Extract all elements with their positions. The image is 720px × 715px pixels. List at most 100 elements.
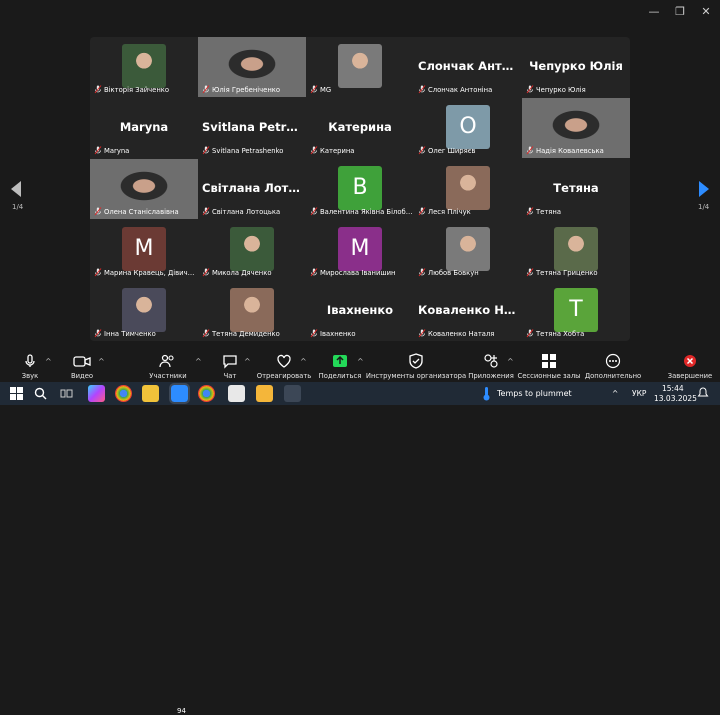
- video-options-caret-icon[interactable]: ^: [98, 357, 105, 366]
- participant-tile[interactable]: Інна Тимченко: [90, 281, 198, 341]
- participant-name-label: Інна Тимченко: [94, 328, 156, 339]
- participant-tile[interactable]: Коваленко Нат… Коваленко Наталя: [414, 281, 522, 341]
- video-button[interactable]: Видео: [70, 350, 94, 382]
- share-options-caret-icon[interactable]: ^: [357, 357, 364, 366]
- participant-initial-avatar: T: [554, 288, 598, 332]
- zoom-meeting-window: — ❐ ✕ 1/4 1/4 Вікторія Зайченко Юлія Греб…: [0, 0, 720, 715]
- next-page-arrow-icon[interactable]: [698, 180, 710, 198]
- document-taskbar-icon[interactable]: [228, 385, 245, 402]
- react-button[interactable]: Отреагировать: [256, 350, 312, 382]
- participant-tile[interactable]: Олена Станіславівна: [90, 159, 198, 219]
- heart-reaction-icon: [277, 354, 291, 368]
- participant-tile[interactable]: Леся Плічук: [414, 159, 522, 219]
- meeting-toolbar: Звук ^ Видео ^ Участники 94 ^ Чат ^ Отре…: [0, 350, 720, 715]
- participant-display-name: Тетяна: [553, 181, 599, 195]
- participant-tile[interactable]: Світлана Лотоц… Світлана Лотоцька: [198, 159, 306, 219]
- minimize-button[interactable]: —: [646, 4, 662, 20]
- participant-display-name: Коваленко Нат…: [418, 303, 522, 317]
- participant-tile[interactable]: Тетяна Демиденко: [198, 281, 306, 341]
- close-window-button[interactable]: ✕: [698, 4, 714, 20]
- muted-microphone-icon: [526, 146, 534, 155]
- participant-photo-avatar: [446, 227, 490, 271]
- pdf-taskbar-icon[interactable]: [256, 385, 273, 402]
- microphone-icon: [25, 354, 35, 367]
- notification-bell-icon[interactable]: [697, 387, 709, 399]
- participant-tile[interactable]: М Марина Кравець, Дівичків…: [90, 220, 198, 280]
- chat-button[interactable]: Чат: [220, 350, 240, 382]
- participant-tile[interactable]: Юлія Гребеніченко: [198, 37, 306, 97]
- participants-options-caret-icon[interactable]: ^: [195, 357, 202, 366]
- participant-tile[interactable]: Maryna Maryna: [90, 98, 198, 158]
- copilot-icon[interactable]: [88, 385, 105, 402]
- participant-tile[interactable]: Любов Бовкун: [414, 220, 522, 280]
- title-bar: — ❐ ✕: [0, 0, 720, 24]
- clock-time[interactable]: 15:44: [662, 384, 684, 393]
- participants-button[interactable]: Участники: [149, 350, 187, 382]
- participant-name-text: Тетяна Демиденко: [212, 329, 280, 338]
- participant-name-label: Слончак Антоніна: [418, 84, 492, 95]
- video-camera-icon: [73, 356, 91, 367]
- participant-name-text: Юлія Гребеніченко: [212, 85, 281, 94]
- prev-page-arrow-icon[interactable]: [10, 180, 22, 198]
- participant-tile[interactable]: Чепурко Юлія Чепурко Юлія: [522, 37, 630, 97]
- chat-options-caret-icon[interactable]: ^: [244, 357, 251, 366]
- participant-name-text: Надія Ковалевська: [536, 146, 604, 155]
- participant-tile[interactable]: ВВалентина Яківна Білобриц…: [306, 159, 414, 219]
- apps-options-caret-icon[interactable]: ^: [507, 357, 514, 366]
- weather-widget-text[interactable]: Temps to plummet: [497, 389, 572, 398]
- apps-icon: [484, 354, 498, 368]
- participant-photo-avatar: [554, 227, 598, 271]
- app-taskbar-icon[interactable]: [284, 385, 301, 402]
- audio-button[interactable]: Звук: [18, 350, 42, 382]
- muted-microphone-icon: [418, 268, 426, 277]
- restore-button[interactable]: ❐: [672, 4, 688, 20]
- zoom-taskbar-icon[interactable]: [169, 383, 190, 404]
- file-explorer-icon[interactable]: [142, 385, 159, 402]
- muted-microphone-icon: [310, 146, 318, 155]
- participant-tile[interactable]: М Мирослава Іванишин: [306, 220, 414, 280]
- participant-tile[interactable]: Слончак Антон… Слончак Антоніна: [414, 37, 522, 97]
- input-language[interactable]: УКР: [632, 389, 646, 398]
- muted-microphone-icon: [202, 85, 210, 94]
- participant-tile[interactable]: Svitlana Petrash… Svitlana Petrashenko: [198, 98, 306, 158]
- share-screen-button[interactable]: Поделиться: [319, 350, 361, 382]
- participant-tile[interactable]: Тетяна Гриценко: [522, 220, 630, 280]
- participant-tile[interactable]: Микола Дяченко: [198, 220, 306, 280]
- participant-name-label: Юлія Гребеніченко: [202, 84, 280, 95]
- muted-microphone-icon: [94, 146, 102, 155]
- participant-name-text: Леся Плічук: [428, 207, 471, 216]
- participant-name-text: Світлана Лотоцька: [212, 207, 281, 216]
- react-options-caret-icon[interactable]: ^: [300, 357, 307, 366]
- clock-date[interactable]: 13.03.2025: [654, 394, 697, 403]
- participant-tile[interactable]: MG: [306, 37, 414, 97]
- participants-count: 94: [177, 707, 186, 715]
- apps-button[interactable]: Приложения: [468, 350, 514, 382]
- more-button[interactable]: Дополнительно: [585, 350, 641, 382]
- audio-options-caret-icon[interactable]: ^: [45, 357, 52, 366]
- participant-name-label: Леся Плічук: [418, 206, 471, 217]
- host-tools-button[interactable]: Инструменты организатора: [366, 350, 466, 382]
- participant-name-text: Коваленко Наталя: [428, 329, 495, 338]
- tray-overflow-icon[interactable]: ^: [612, 389, 618, 398]
- chrome-taskbar-icon[interactable]: [115, 385, 132, 402]
- participant-tile[interactable]: T Тетяна Хобта: [522, 281, 630, 341]
- participant-tile[interactable]: Тетяна Тетяна: [522, 159, 630, 219]
- windows-start-icon[interactable]: [10, 387, 23, 400]
- chrome-profile-taskbar-icon[interactable]: [198, 385, 215, 402]
- task-view-icon[interactable]: [60, 387, 73, 400]
- participant-name-label: Катерина: [310, 145, 354, 156]
- participant-tile[interactable]: Катерина Катерина: [306, 98, 414, 158]
- participant-tile[interactable]: Надія Ковалевська: [522, 98, 630, 158]
- participant-tile[interactable]: Вікторія Зайченко: [90, 37, 198, 97]
- participant-tile[interactable]: O Олег Ширяєв: [414, 98, 522, 158]
- search-icon[interactable]: [34, 387, 47, 400]
- end-meeting-button[interactable]: Завершение: [668, 350, 712, 382]
- participant-tile[interactable]: Івахненко Івахненко: [306, 281, 414, 341]
- participant-display-name: Maryna: [119, 120, 169, 134]
- breakout-rooms-button[interactable]: Сессионные залы: [517, 350, 581, 382]
- participant-display-name: Слончак Антон…: [418, 59, 522, 73]
- react-label: Отреагировать: [256, 372, 312, 380]
- participant-initial-avatar: В: [338, 166, 382, 210]
- page-indicator-left: 1/4: [12, 203, 24, 211]
- participant-name-text: Валентина Яківна Білобриц…: [320, 207, 414, 216]
